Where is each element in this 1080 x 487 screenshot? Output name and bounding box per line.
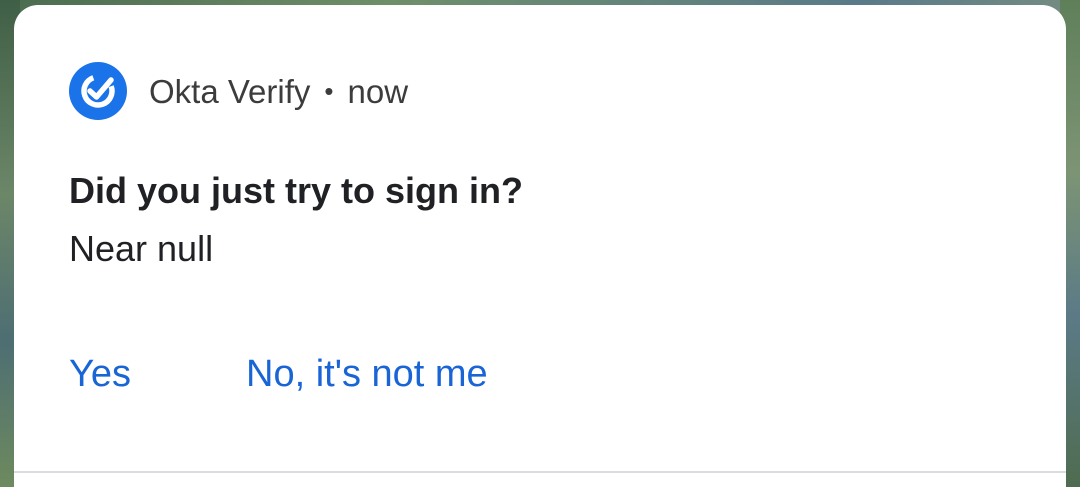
app-name: Okta Verify xyxy=(149,72,311,110)
notification-body: Near null xyxy=(69,228,214,269)
notification-header: Okta Verify • now xyxy=(69,61,408,121)
notification-card[interactable]: Okta Verify • now Did you just try to si… xyxy=(14,5,1066,487)
bottom-divider xyxy=(14,471,1066,473)
header-separator: • xyxy=(324,76,334,106)
okta-verify-check-icon xyxy=(69,62,127,120)
notification-timestamp: now xyxy=(347,72,409,110)
no-not-me-button[interactable]: No, it's not me xyxy=(246,355,488,393)
yes-button[interactable]: Yes xyxy=(69,355,131,393)
notification-title: Did you just try to sign in? xyxy=(69,170,523,211)
